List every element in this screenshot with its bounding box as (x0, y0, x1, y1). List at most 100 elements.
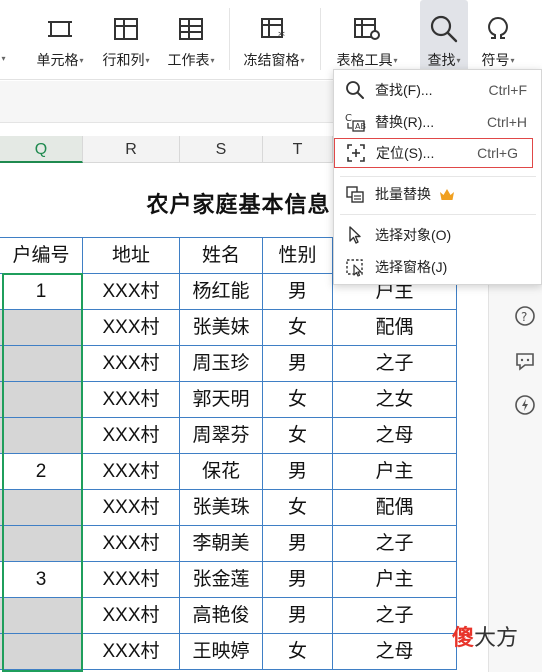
cell-name[interactable]: 周玉珍 (180, 346, 263, 382)
header-household-id[interactable]: 户编号 (0, 238, 83, 274)
menu-item-shortcut: Ctrl+G (477, 145, 518, 161)
menu-item-shortcut: Ctrl+F (488, 82, 528, 98)
cell-household-id[interactable] (0, 634, 83, 670)
cell-name[interactable]: 高艳俊 (180, 598, 263, 634)
cell-address[interactable]: XXX村 (83, 274, 180, 310)
cell-address[interactable]: XXX村 (83, 418, 180, 454)
cell-relation[interactable]: 之母 (333, 418, 457, 454)
cell-relation[interactable]: 之子 (333, 598, 457, 634)
cell-address[interactable]: XXX村 (83, 634, 180, 670)
cell-relation[interactable]: 之母 (333, 634, 457, 670)
cell-gender[interactable]: 男 (263, 598, 333, 634)
cell-household-id[interactable]: 2 (0, 454, 83, 490)
svg-text:C: C (345, 113, 352, 124)
power-icon[interactable] (514, 394, 536, 416)
column-header-r[interactable]: R (83, 136, 180, 163)
cell-household-id[interactable] (0, 346, 83, 382)
search-icon (427, 12, 461, 46)
cell-name[interactable]: 保花 (180, 454, 263, 490)
cell-gender[interactable]: 女 (263, 490, 333, 526)
cell-name[interactable]: 张美妹 (180, 310, 263, 346)
search-icon (343, 78, 367, 102)
symbol-label: 符号 (481, 52, 510, 68)
cell-name[interactable]: 李朝美 (180, 526, 263, 562)
cell-relation[interactable]: 户主 (333, 454, 457, 490)
find-dropdown-menu: 查找(F)... Ctrl+F C AB 替换(R)... Ctrl+H 定位(S… (333, 69, 542, 285)
selection-pane-icon (343, 255, 367, 279)
help-icon[interactable]: ? (514, 305, 536, 327)
cell-household-id[interactable] (0, 526, 83, 562)
cell-household-id[interactable] (0, 490, 83, 526)
cell-name[interactable]: 周翠芬 (180, 418, 263, 454)
cell-name[interactable]: 杨红能 (180, 274, 263, 310)
cell-address[interactable]: XXX村 (83, 346, 180, 382)
feedback-icon[interactable] (514, 350, 536, 372)
cell-household-id[interactable] (0, 598, 83, 634)
cell-address[interactable]: XXX村 (83, 382, 180, 418)
cell-household-id[interactable]: 3 (0, 562, 83, 598)
menu-item-select-objects[interactable]: 选择对象(O) (334, 220, 541, 250)
cell-relation[interactable]: 配偶 (333, 490, 457, 526)
header-gender[interactable]: 性别 (263, 238, 333, 274)
cell-relation[interactable]: 户主 (333, 562, 457, 598)
menu-item-goto[interactable]: 定位(S)... Ctrl+G (334, 138, 533, 168)
column-header-q[interactable]: Q (0, 136, 83, 163)
cell-relation[interactable]: 配偶 (333, 310, 457, 346)
cell-relation[interactable]: 之子 (333, 526, 457, 562)
menu-item-label: 批量替换 (375, 186, 431, 202)
menu-item-label: 定位(S)... (376, 145, 435, 161)
worksheet-button[interactable]: 工作表▾ (162, 0, 220, 78)
crown-icon (439, 188, 455, 201)
cell-household-id[interactable] (0, 310, 83, 346)
column-header-s[interactable]: S (180, 136, 263, 163)
table-tools-icon (350, 12, 384, 46)
header-name[interactable]: 姓名 (180, 238, 263, 274)
cell-gender[interactable]: 男 (263, 562, 333, 598)
menu-item-replace[interactable]: C AB 替换(R)... Ctrl+H (334, 107, 541, 137)
cell-gender[interactable]: 男 (263, 346, 333, 382)
svg-text:*: * (278, 29, 285, 42)
cell-gender[interactable]: 女 (263, 382, 333, 418)
freeze-panes-icon: * (257, 12, 291, 46)
table-tools-button[interactable]: 表格工具▾ (330, 0, 404, 78)
find-label: 查找 (427, 52, 456, 68)
replace-icon: C AB (343, 110, 367, 134)
cell-address[interactable]: XXX村 (83, 562, 180, 598)
rows-columns-label: 行和列 (102, 52, 145, 68)
cell-gender[interactable]: 男 (263, 454, 333, 490)
menu-item-batch-replace[interactable]: 批量替换 (334, 179, 541, 209)
cell-name[interactable]: 郭天明 (180, 382, 263, 418)
cell-name[interactable]: 张金莲 (180, 562, 263, 598)
rows-columns-button[interactable]: 行和列▾ (97, 0, 155, 78)
ribbon-overflow-caret[interactable]: ▾ (0, 0, 10, 78)
column-header-t[interactable]: T (263, 136, 333, 163)
cell-address[interactable]: XXX村 (83, 454, 180, 490)
cell-address[interactable]: XXX村 (83, 490, 180, 526)
cell-button[interactable]: 单元格▾ (30, 0, 90, 78)
cell-address[interactable]: XXX村 (83, 526, 180, 562)
find-button[interactable]: 查找▾ (420, 0, 468, 78)
menu-separator (340, 176, 536, 177)
cell-address[interactable]: XXX村 (83, 310, 180, 346)
cell-gender[interactable]: 男 (263, 274, 333, 310)
cell-household-id[interactable] (0, 382, 83, 418)
cell-gender[interactable]: 男 (263, 526, 333, 562)
symbol-button[interactable]: 符号▾ (474, 0, 522, 78)
cell-gender[interactable]: 女 (263, 418, 333, 454)
cell-gender[interactable]: 女 (263, 634, 333, 670)
header-address[interactable]: 地址 (83, 238, 180, 274)
menu-item-find[interactable]: 查找(F)... Ctrl+F (334, 75, 541, 105)
cell-household-id[interactable] (0, 418, 83, 454)
menu-item-label: 替换(R)... (375, 114, 435, 130)
cell-relation[interactable]: 之子 (333, 346, 457, 382)
menu-item-selection-pane[interactable]: 选择窗格(J) (334, 252, 541, 282)
cell-gender[interactable]: 女 (263, 310, 333, 346)
cell-address[interactable]: XXX村 (83, 598, 180, 634)
cell-name[interactable]: 张美珠 (180, 490, 263, 526)
cell-household-id[interactable]: 1 (0, 274, 83, 310)
cell-relation[interactable]: 之女 (333, 382, 457, 418)
column-label: R (125, 141, 137, 158)
locate-icon (344, 141, 368, 165)
cell-name[interactable]: 王映婷 (180, 634, 263, 670)
freeze-panes-button[interactable]: * 冻结窗格▾ (238, 0, 310, 78)
